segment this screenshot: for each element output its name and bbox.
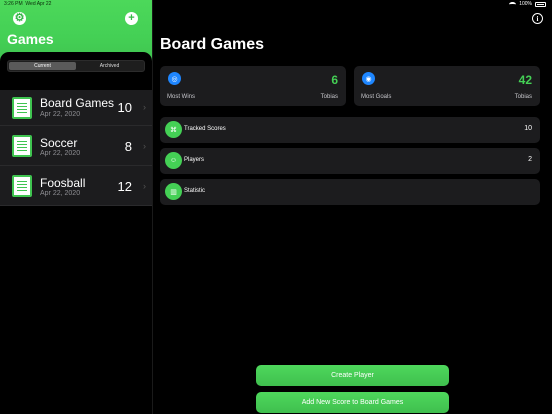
game-row-foosball[interactable]: Foosball Apr 22, 2020 12 › xyxy=(0,166,152,206)
status-date: Wed Apr 22 xyxy=(25,1,52,7)
menu-row-players[interactable]: ☺ Players 2 xyxy=(160,148,540,174)
stat-label: Most Wins xyxy=(167,94,196,100)
game-name: Soccer xyxy=(40,136,78,150)
menu-label: Players xyxy=(184,157,205,163)
chevron-right-icon: › xyxy=(143,181,146,191)
chevron-right-icon: › xyxy=(143,141,146,151)
stat-value: 6 xyxy=(331,73,338,87)
people-icon: ☺ xyxy=(165,152,182,169)
game-date: Apr 22, 2020 xyxy=(40,150,81,157)
document-icon xyxy=(12,134,32,157)
game-count: 10 xyxy=(117,100,132,115)
game-name: Foosball xyxy=(40,176,86,190)
document-icon xyxy=(12,174,32,197)
segment-control: Current Archived xyxy=(7,60,145,72)
stat-holder: Tobias xyxy=(320,94,338,100)
create-player-button[interactable]: Create Player xyxy=(256,365,449,386)
target-icon: ◉ xyxy=(362,72,375,85)
add-score-button[interactable]: Add New Score to Board Games xyxy=(256,392,449,413)
sidebar-title: Games xyxy=(7,31,54,47)
game-date: Apr 22, 2020 xyxy=(40,111,81,118)
menu-label: Tracked Scores xyxy=(184,126,226,132)
battery-percent: 100% xyxy=(519,1,532,7)
status-bar-left: 3:26 PM Wed Apr 22 xyxy=(4,1,51,7)
stat-card-most-goals: ◉ 42 Most Goals Tobias xyxy=(354,66,540,106)
stat-holder: Tobias xyxy=(514,94,532,100)
info-icon[interactable]: i xyxy=(532,13,543,24)
stat-value: 42 xyxy=(518,73,532,87)
stat-label: Most Goals xyxy=(361,94,392,100)
game-row-board-games[interactable]: Board Games Apr 22, 2020 10 › xyxy=(0,90,152,126)
chevron-right-icon: › xyxy=(143,102,146,112)
menu-row-statistic[interactable]: ▥ Statistic xyxy=(160,179,540,205)
plus-icon[interactable]: + xyxy=(125,12,138,25)
medal-icon: ◎ xyxy=(168,72,181,85)
stat-card-most-wins: ◎ 6 Most Wins Tobias xyxy=(160,66,346,106)
chart-icon: ▥ xyxy=(165,183,182,200)
gear-icon[interactable]: ⚙ xyxy=(13,12,26,25)
document-icon xyxy=(12,96,32,119)
game-list: Board Games Apr 22, 2020 10 › Soccer Apr… xyxy=(0,90,152,206)
menu-label: Statistic xyxy=(184,188,206,194)
status-time: 3:26 PM xyxy=(4,1,23,7)
game-name: Board Games xyxy=(40,96,115,110)
wifi-icon xyxy=(509,1,517,7)
sidebar: ⚙ + Games Current Archived Board Games A… xyxy=(0,0,152,414)
battery-icon xyxy=(535,1,546,7)
menu-row-tracked-scores[interactable]: ⌘ Tracked Scores 10 xyxy=(160,117,540,143)
segment-archived[interactable]: Archived xyxy=(76,62,143,70)
game-row-soccer[interactable]: Soccer Apr 22, 2020 8 › xyxy=(0,126,152,166)
game-count: 12 xyxy=(117,179,132,194)
game-date: Apr 22, 2020 xyxy=(40,190,81,197)
main-panel: i Board Games ◎ 6 Most Wins Tobias ◉ 42 … xyxy=(152,0,552,414)
status-bar-right: 100% xyxy=(509,1,546,7)
gamepad-icon: ⌘ xyxy=(165,121,182,138)
game-count: 8 xyxy=(124,139,132,154)
segment-current[interactable]: Current xyxy=(9,62,76,70)
menu-count: 10 xyxy=(524,125,532,132)
page-title: Board Games xyxy=(160,36,265,53)
menu-count: 2 xyxy=(528,156,532,163)
